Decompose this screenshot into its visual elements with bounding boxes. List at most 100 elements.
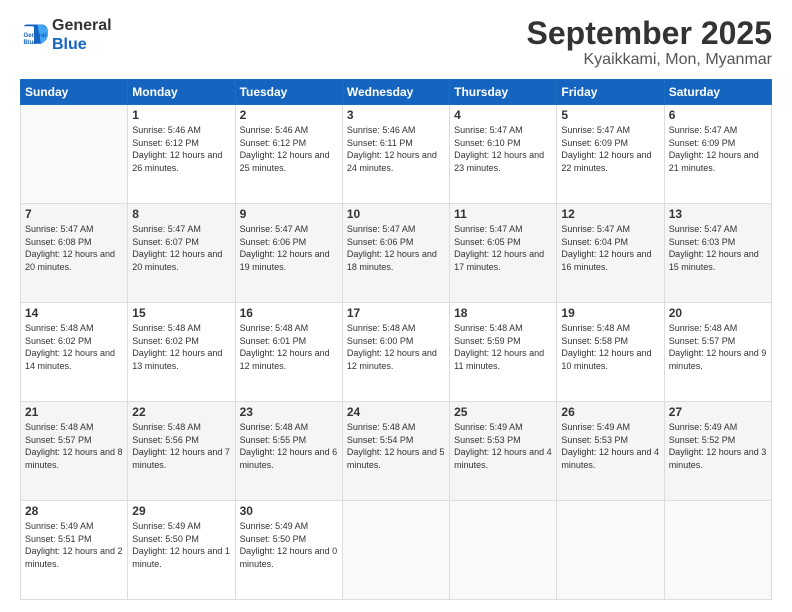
day-info: Sunrise: 5:47 AMSunset: 6:10 PMDaylight:… xyxy=(454,124,552,174)
table-row xyxy=(557,501,664,600)
logo: General Blue General Blue xyxy=(20,16,112,54)
day-number: 20 xyxy=(669,306,767,320)
day-number: 29 xyxy=(132,504,230,518)
table-row: 14Sunrise: 5:48 AMSunset: 6:02 PMDayligh… xyxy=(21,303,128,402)
day-info: Sunrise: 5:47 AMSunset: 6:04 PMDaylight:… xyxy=(561,223,659,273)
calendar-table: Sunday Monday Tuesday Wednesday Thursday… xyxy=(20,79,772,600)
day-number: 22 xyxy=(132,405,230,419)
day-number: 15 xyxy=(132,306,230,320)
day-info: Sunrise: 5:48 AMSunset: 6:01 PMDaylight:… xyxy=(240,322,338,372)
calendar-week-row: 7 Sunrise: 5:47 AMSunset: 6:08 PMDaylight… xyxy=(21,204,772,303)
day-number: 19 xyxy=(561,306,659,320)
day-number: 27 xyxy=(669,405,767,419)
table-row: 17Sunrise: 5:48 AMSunset: 6:00 PMDayligh… xyxy=(342,303,449,402)
day-info: Sunrise: 5:48 AMSunset: 5:58 PMDaylight:… xyxy=(561,322,659,372)
table-row: 24 Sunrise: 5:48 AMSunset: 5:54 PMDayligh… xyxy=(342,402,449,501)
day-number: 14 xyxy=(25,306,123,320)
day-info: Sunrise: 5:47 AMSunset: 6:09 PMDaylight:… xyxy=(561,124,659,174)
day-info: Sunrise: 5:47 AMSunset: 6:06 PMDaylight:… xyxy=(240,223,338,273)
day-info: Sunrise: 5:48 AMSunset: 6:00 PMDaylight:… xyxy=(347,322,445,372)
day-info: Sunrise: 5:49 AMSunset: 5:50 PMDaylight:… xyxy=(132,520,230,570)
day-number: 25 xyxy=(454,405,552,419)
day-number: 2 xyxy=(240,108,338,122)
day-number: 10 xyxy=(347,207,445,221)
calendar-week-row: 1 Sunrise: 5:46 AMSunset: 6:12 PMDaylight… xyxy=(21,105,772,204)
table-row xyxy=(342,501,449,600)
table-row: 28 Sunrise: 5:49 AMSunset: 5:51 PMDayligh… xyxy=(21,501,128,600)
table-row: 25Sunrise: 5:49 AMSunset: 5:53 PMDayligh… xyxy=(450,402,557,501)
logo-text-line2: Blue xyxy=(52,35,112,54)
day-number: 21 xyxy=(25,405,123,419)
table-row: 8Sunrise: 5:47 AMSunset: 6:07 PMDaylight… xyxy=(128,204,235,303)
day-info: Sunrise: 5:47 AMSunset: 6:06 PMDaylight:… xyxy=(347,223,445,273)
table-row: 10 Sunrise: 5:47 AMSunset: 6:06 PMDayligh… xyxy=(342,204,449,303)
day-number: 30 xyxy=(240,504,338,518)
col-friday: Friday xyxy=(557,80,664,105)
day-number: 11 xyxy=(454,207,552,221)
day-info: Sunrise: 5:48 AMSunset: 6:02 PMDaylight:… xyxy=(132,322,230,372)
calendar-week-row: 28 Sunrise: 5:49 AMSunset: 5:51 PMDayligh… xyxy=(21,501,772,600)
table-row: 5 Sunrise: 5:47 AMSunset: 6:09 PMDaylight… xyxy=(557,105,664,204)
table-row: 9 Sunrise: 5:47 AMSunset: 6:06 PMDaylight… xyxy=(235,204,342,303)
day-info: Sunrise: 5:47 AMSunset: 6:09 PMDaylight:… xyxy=(669,124,767,174)
logo-icon: General Blue xyxy=(20,21,48,49)
table-row: 23 Sunrise: 5:48 AMSunset: 5:55 PMDayligh… xyxy=(235,402,342,501)
table-row: 4 Sunrise: 5:47 AMSunset: 6:10 PMDaylight… xyxy=(450,105,557,204)
day-info: Sunrise: 5:48 AMSunset: 5:57 PMDaylight:… xyxy=(25,421,123,471)
table-row: 6Sunrise: 5:47 AMSunset: 6:09 PMDaylight… xyxy=(664,105,771,204)
svg-text:General: General xyxy=(24,32,47,39)
table-row: 18 Sunrise: 5:48 AMSunset: 5:59 PMDayligh… xyxy=(450,303,557,402)
day-number: 12 xyxy=(561,207,659,221)
calendar-header-row: Sunday Monday Tuesday Wednesday Thursday… xyxy=(21,80,772,105)
table-row xyxy=(664,501,771,600)
table-row xyxy=(21,105,128,204)
table-row: 3Sunrise: 5:46 AMSunset: 6:11 PMDaylight… xyxy=(342,105,449,204)
col-thursday: Thursday xyxy=(450,80,557,105)
col-monday: Monday xyxy=(128,80,235,105)
day-number: 5 xyxy=(561,108,659,122)
day-info: Sunrise: 5:47 AMSunset: 6:08 PMDaylight:… xyxy=(25,223,123,273)
table-row: 29 Sunrise: 5:49 AMSunset: 5:50 PMDayligh… xyxy=(128,501,235,600)
col-sunday: Sunday xyxy=(21,80,128,105)
col-saturday: Saturday xyxy=(664,80,771,105)
table-row: 11Sunrise: 5:47 AMSunset: 6:05 PMDayligh… xyxy=(450,204,557,303)
calendar-week-row: 14 Sunrise: 5:48 AMSunset: 6:02 PMDayligh… xyxy=(21,303,772,402)
day-info: Sunrise: 5:48 AMSunset: 5:57 PMDaylight:… xyxy=(669,322,767,372)
col-tuesday: Tuesday xyxy=(235,80,342,105)
day-number: 24 xyxy=(347,405,445,419)
day-info: Sunrise: 5:48 AMSunset: 5:59 PMDaylight:… xyxy=(454,322,552,372)
day-info: Sunrise: 5:48 AMSunset: 5:55 PMDaylight:… xyxy=(240,421,338,471)
page: General Blue General Blue September 2025… xyxy=(0,0,792,612)
table-row xyxy=(450,501,557,600)
day-number: 1 xyxy=(132,108,230,122)
day-number: 7 xyxy=(25,207,123,221)
day-info: Sunrise: 5:49 AMSunset: 5:53 PMDaylight:… xyxy=(561,421,659,471)
day-number: 28 xyxy=(25,504,123,518)
day-info: Sunrise: 5:47 AMSunset: 6:07 PMDaylight:… xyxy=(132,223,230,273)
day-number: 23 xyxy=(240,405,338,419)
table-row: 15 Sunrise: 5:48 AMSunset: 6:02 PMDayligh… xyxy=(128,303,235,402)
title-block: September 2025 Kyaikkami, Mon, Myanmar xyxy=(527,16,772,69)
day-number: 18 xyxy=(454,306,552,320)
table-row: 26 Sunrise: 5:49 AMSunset: 5:53 PMDayligh… xyxy=(557,402,664,501)
logo-text-line1: General xyxy=(52,16,112,35)
table-row: 7 Sunrise: 5:47 AMSunset: 6:08 PMDaylight… xyxy=(21,204,128,303)
day-number: 9 xyxy=(240,207,338,221)
calendar-title: September 2025 xyxy=(527,16,772,51)
day-info: Sunrise: 5:48 AMSunset: 5:56 PMDaylight:… xyxy=(132,421,230,471)
day-info: Sunrise: 5:49 AMSunset: 5:52 PMDaylight:… xyxy=(669,421,767,471)
table-row: 16Sunrise: 5:48 AMSunset: 6:01 PMDayligh… xyxy=(235,303,342,402)
table-row: 30Sunrise: 5:49 AMSunset: 5:50 PMDayligh… xyxy=(235,501,342,600)
col-wednesday: Wednesday xyxy=(342,80,449,105)
header: General Blue General Blue September 2025… xyxy=(20,16,772,69)
day-info: Sunrise: 5:49 AMSunset: 5:51 PMDaylight:… xyxy=(25,520,123,570)
table-row: 22 Sunrise: 5:48 AMSunset: 5:56 PMDayligh… xyxy=(128,402,235,501)
day-number: 26 xyxy=(561,405,659,419)
table-row: 2Sunrise: 5:46 AMSunset: 6:12 PMDaylight… xyxy=(235,105,342,204)
day-number: 4 xyxy=(454,108,552,122)
day-info: Sunrise: 5:48 AMSunset: 5:54 PMDaylight:… xyxy=(347,421,445,471)
table-row: 1 Sunrise: 5:46 AMSunset: 6:12 PMDaylight… xyxy=(128,105,235,204)
day-info: Sunrise: 5:46 AMSunset: 6:11 PMDaylight:… xyxy=(347,124,445,174)
svg-text:Blue: Blue xyxy=(24,39,38,46)
day-info: Sunrise: 5:46 AMSunset: 6:12 PMDaylight:… xyxy=(132,124,230,174)
